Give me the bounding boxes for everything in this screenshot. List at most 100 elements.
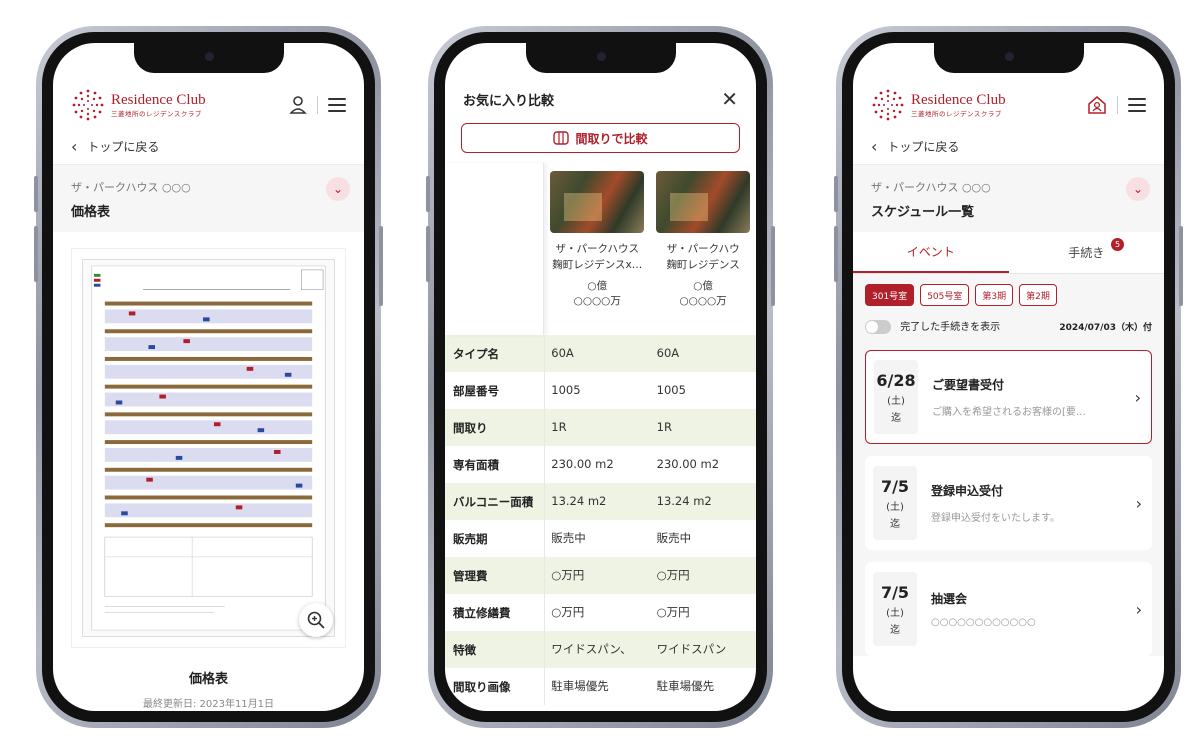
list-item[interactable]: 7/5 (土) 迄 登録申込受付 登録申込受付をいたします。 ›	[865, 456, 1152, 550]
row-label: 販売期	[445, 520, 546, 557]
row-label: 間取り	[445, 409, 546, 446]
row-value: 1R	[551, 420, 567, 434]
unit-card[interactable]: ザ・パークハウス 麹町レジデンスx… ○億 ○○○○万	[544, 163, 650, 335]
row-value: 60A	[551, 346, 574, 360]
event-weekday: (土)	[886, 501, 904, 513]
phone-frame-price-table: Residence Club 三菱地所のレジデンスクラブ ‹ トップに戻る ザ・…	[34, 26, 383, 728]
close-icon[interactable]: ✕	[721, 87, 738, 111]
screen-price-table: Residence Club 三菱地所のレジデンスクラブ ‹ トップに戻る ザ・…	[53, 43, 364, 711]
event-deadline-suffix: 迄	[890, 624, 900, 636]
chip-phase-2[interactable]: 第2期	[1019, 284, 1057, 306]
row-label: 積立修繕費	[445, 594, 546, 631]
brand-logo[interactable]: Residence Club 三菱地所のレジデンスクラブ	[871, 88, 1006, 122]
table-row: バルコニー面積 13.24 m2 13.24 m2	[445, 483, 756, 520]
price-table-image[interactable]	[82, 259, 335, 637]
compare-floorplan-button[interactable]: 間取りで比較	[461, 123, 740, 153]
event-deadline-suffix: 迄	[890, 518, 900, 530]
chevron-down-icon[interactable]: ⌄	[326, 177, 350, 201]
row-label: バルコニー面積	[445, 483, 546, 520]
unit-price-man: ○○○○万	[573, 295, 621, 307]
list-item[interactable]: 6/28 (土) 迄 ご要望書受付 ご購入を希望されるお客様の[要… ›	[865, 350, 1152, 444]
unit-price-oku: ○億	[587, 280, 608, 292]
row-value: 1R	[656, 420, 672, 434]
hamburger-icon[interactable]	[1128, 98, 1146, 112]
brand-name: Residence Club	[111, 92, 206, 108]
row-value: ○万円	[656, 605, 690, 619]
row-value: 60A	[656, 346, 680, 360]
table-row: 販売期 販売中 販売中	[445, 520, 756, 557]
row-label: 間取り画像	[445, 668, 546, 705]
home-user-icon[interactable]	[1087, 95, 1107, 115]
row-label: 専有面積	[445, 446, 546, 483]
floorplan-icon	[553, 131, 570, 145]
unit-price-man: ○○○○万	[679, 295, 727, 307]
back-label: トップに戻る	[887, 140, 960, 154]
table-row: 間取り画像 駐車場優先 駐車場優先	[445, 668, 756, 705]
brand-subtitle: 三菱地所のレジデンスクラブ	[111, 110, 202, 118]
row-value: 230.00 m2	[656, 457, 720, 471]
row-label: 管理費	[445, 557, 546, 594]
property-header: ザ・パークハウス ○○○ 価格表 ⌄	[53, 165, 364, 232]
row-value: 販売中	[551, 531, 586, 545]
unit-card[interactable]: ザ・パークハウ 麹町レジデンス ○億 ○○○○万	[650, 163, 756, 335]
chip-room-301[interactable]: 301号室	[865, 284, 915, 306]
header-divider	[317, 96, 318, 114]
back-to-top-link[interactable]: ‹ トップに戻る	[853, 129, 1164, 165]
row-label: タイプ名	[445, 335, 546, 372]
chevron-down-icon[interactable]: ⌄	[1126, 177, 1150, 201]
brand-subtitle: 三菱地所のレジデンスクラブ	[911, 110, 1002, 118]
property-name: ザ・パークハウス ○○○	[71, 181, 191, 194]
list-item[interactable]: 7/5 (土) 迄 抽選会 ○○○○○○○○○○○○ ›	[865, 562, 1152, 656]
brand-logo[interactable]: Residence Club 三菱地所のレジデンスクラブ	[71, 88, 206, 122]
unit-photo	[550, 171, 645, 233]
tab-label: 手続き	[1068, 246, 1105, 260]
tab-procedures[interactable]: 手続き 5	[1009, 232, 1165, 273]
zoom-in-icon[interactable]	[299, 603, 333, 637]
price-table-card[interactable]	[71, 248, 346, 648]
screen-schedule: Residence Club 三菱地所のレジデンスクラブ ‹ トップに戻る ザ・…	[853, 43, 1164, 711]
event-title: ご要望書受付	[932, 378, 1005, 392]
hamburger-icon[interactable]	[328, 98, 346, 112]
row-value: 13.24 m2	[551, 494, 607, 508]
unit-name-line2: 麹町レジデンス	[666, 259, 740, 271]
brand-name: Residence Club	[911, 92, 1006, 108]
unit-photo	[656, 171, 750, 233]
table-row: 積立修繕費 ○万円 ○万円	[445, 594, 756, 631]
price-table-caption: 価格表	[188, 672, 228, 687]
logo-mark-icon	[872, 89, 904, 121]
back-label: トップに戻る	[87, 140, 160, 154]
unit-name-line1: ザ・パークハウス	[555, 243, 639, 255]
compare-floorplan-label: 間取りで比較	[575, 131, 648, 146]
row-value: ○万円	[551, 605, 585, 619]
phone-frame-schedule: Residence Club 三菱地所のレジデンスクラブ ‹ トップに戻る ザ・…	[834, 26, 1183, 728]
as-of-date: 2024/07/03（木）付	[1059, 322, 1152, 333]
row-value: ○万円	[656, 568, 690, 582]
event-title: 抽選会	[931, 592, 968, 606]
event-date: 7/5	[880, 476, 910, 496]
row-value: 駐車場優先	[656, 679, 715, 693]
row-value: 駐車場優先	[551, 679, 609, 693]
chip-phase-3[interactable]: 第3期	[975, 284, 1014, 306]
phone-frame-compare: お気に入り比較 ✕ 間取りで比較 ザ・パークハウス 麹町レジデンスx… ○億 ○…	[426, 26, 775, 728]
chip-room-505[interactable]: 505号室	[920, 284, 970, 306]
table-row: 部屋番号 1005 1005	[445, 372, 756, 409]
event-description: ご購入を希望されるお客様の[要…	[932, 407, 1086, 418]
compare-table: ザ・パークハウス 麹町レジデンスx… ○億 ○○○○万 ザ・パークハウ 麹町レジ…	[445, 163, 756, 705]
event-description: ○○○○○○○○○○○○	[931, 617, 1036, 628]
table-row: 間取り 1R 1R	[445, 409, 756, 446]
tab-events[interactable]: イベント	[853, 232, 1009, 273]
unit-name-line1: ザ・パークハウ	[666, 243, 740, 255]
event-date: 7/5	[880, 582, 910, 602]
event-title: 登録申込受付	[931, 484, 1004, 498]
logo-mark-icon	[72, 89, 104, 121]
table-row: 管理費 ○万円 ○万円	[445, 557, 756, 594]
show-completed-toggle[interactable]	[865, 320, 891, 334]
chevron-right-icon: ›	[1135, 493, 1142, 513]
filter-bar: 301号室 505号室 第3期 第2期 完了した手続きを表示 2024/07/0…	[853, 274, 1164, 342]
back-to-top-link[interactable]: ‹ トップに戻る	[53, 129, 364, 165]
last-updated: 最終更新日: 2023年11月1日	[142, 699, 275, 710]
chevron-left-icon: ‹	[71, 137, 78, 156]
user-icon[interactable]	[289, 95, 307, 115]
row-value: 13.24 m2	[656, 494, 712, 508]
event-description: 登録申込受付をいたします。	[931, 513, 1060, 524]
